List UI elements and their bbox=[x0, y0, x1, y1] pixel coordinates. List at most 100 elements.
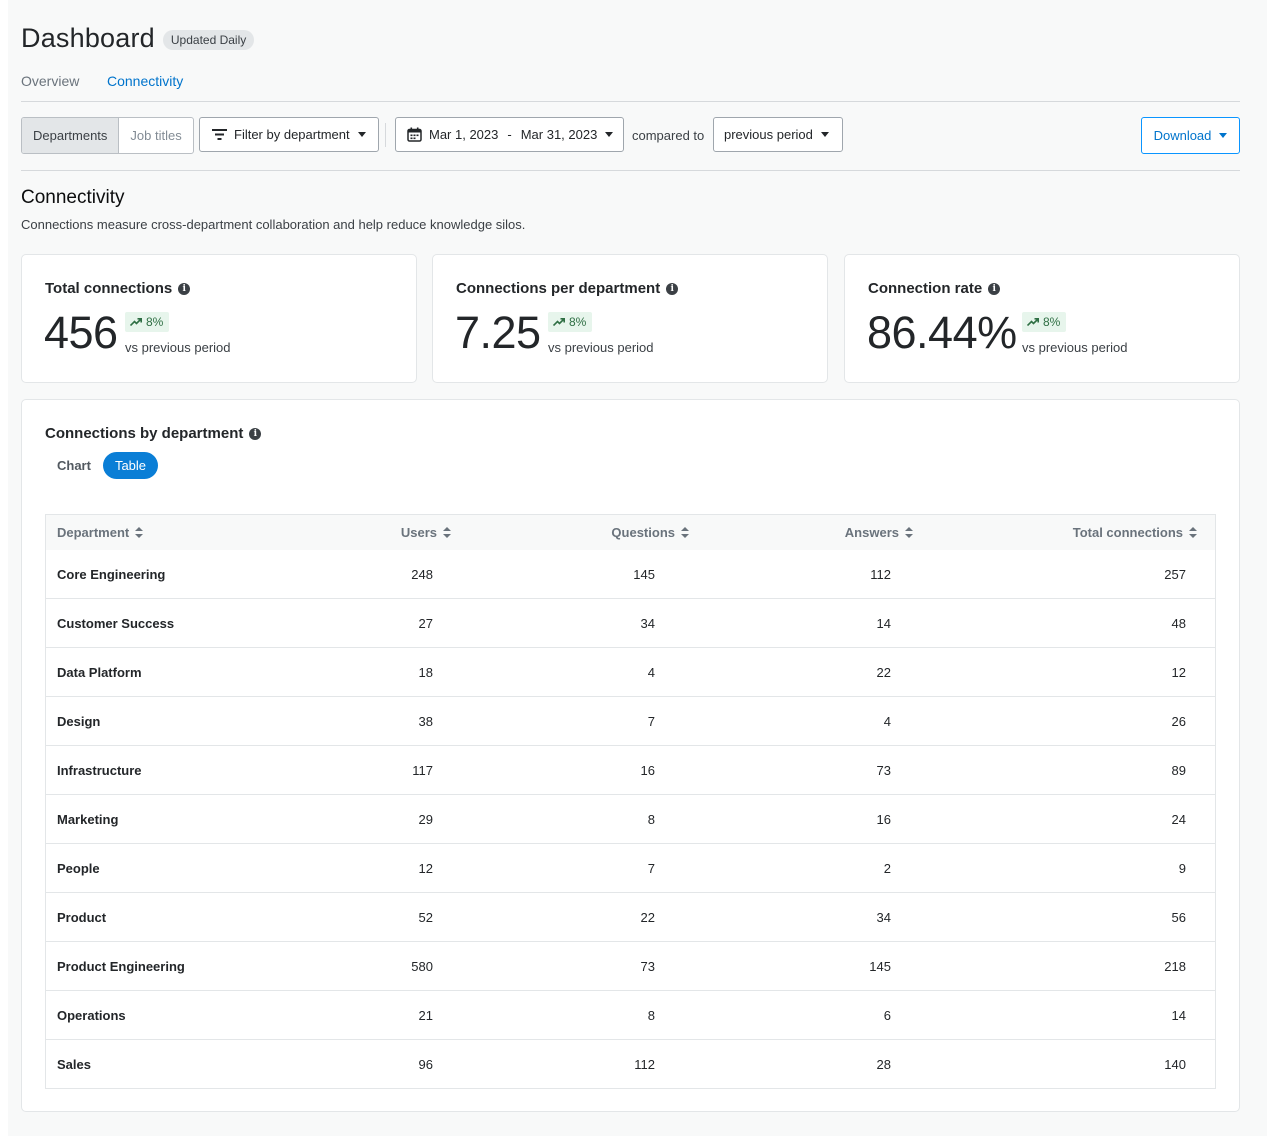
column-header-answers[interactable]: Answers bbox=[845, 515, 913, 550]
delta-value: 8% bbox=[1043, 315, 1061, 329]
metric-card-connection-rate: Connection rate i 86.44% 8% vs previous … bbox=[844, 254, 1240, 383]
cell-questions: 8 bbox=[647, 1007, 655, 1023]
metric-card-connections-per-department: Connections per department i 7.25 8% vs … bbox=[432, 254, 828, 383]
tab-overview[interactable]: Overview bbox=[21, 73, 79, 89]
date-start: Mar 1, 2023 bbox=[429, 127, 499, 142]
cell-answers: 145 bbox=[869, 958, 891, 974]
cell-department: Product bbox=[57, 909, 107, 925]
table-row: Customer Success 27 34 14 48 bbox=[46, 598, 1215, 647]
filter-icon bbox=[212, 129, 227, 140]
download-button[interactable]: Download bbox=[1141, 117, 1240, 154]
cell-users: 117 bbox=[412, 762, 433, 778]
cell-department: Marketing bbox=[57, 811, 119, 827]
cell-department: Operations bbox=[57, 1007, 126, 1023]
table-row: People 12 7 2 9 bbox=[46, 843, 1215, 892]
cell-total-connections: 9 bbox=[1178, 860, 1186, 876]
info-icon[interactable]: i bbox=[988, 282, 1001, 295]
metric-card-total-connections: Total connections i 456 8% vs previous p… bbox=[21, 254, 417, 383]
column-header-label: Answers bbox=[844, 525, 899, 540]
column-header-total-connections[interactable]: Total connections bbox=[1073, 515, 1197, 550]
cell-questions: 73 bbox=[640, 958, 655, 974]
cell-answers: 6 bbox=[883, 1007, 891, 1023]
chevron-down-icon bbox=[605, 132, 614, 137]
table-row: Sales 96 112 28 140 bbox=[46, 1039, 1215, 1088]
compare-period-value: previous period bbox=[724, 127, 813, 142]
view-toggle-chart[interactable]: Chart bbox=[45, 452, 103, 479]
cell-users: 248 bbox=[411, 566, 433, 582]
cell-users: 27 bbox=[418, 615, 433, 631]
cell-answers: 16 bbox=[876, 811, 891, 827]
column-header-label: Department bbox=[57, 525, 130, 540]
cell-department: Core Engineering bbox=[57, 566, 166, 582]
compare-period-dropdown[interactable]: previous period bbox=[713, 117, 843, 152]
calendar-icon bbox=[407, 127, 422, 142]
cell-questions: 16 bbox=[640, 762, 655, 778]
chevron-down-icon bbox=[820, 132, 829, 137]
divider bbox=[21, 170, 1240, 171]
cell-questions: 112 bbox=[634, 1056, 655, 1072]
metric-label: Total connections i bbox=[45, 280, 191, 297]
info-icon[interactable]: i bbox=[666, 282, 679, 295]
info-icon[interactable]: i bbox=[178, 282, 191, 295]
metric-value: 86.44% bbox=[867, 307, 1017, 358]
page-header: Dashboard Updated Daily bbox=[21, 20, 255, 56]
cell-total-connections: 26 bbox=[1171, 713, 1186, 729]
column-header-users[interactable]: Users bbox=[401, 515, 451, 550]
comparison-text: vs previous period bbox=[548, 340, 654, 355]
segment-job-titles[interactable]: Job titles bbox=[119, 118, 192, 153]
cell-answers: 73 bbox=[876, 762, 891, 778]
download-label: Download bbox=[1153, 128, 1212, 143]
view-toggle-table[interactable]: Table bbox=[102, 452, 159, 479]
filter-toolbar: Departments Job titles Filter by departm… bbox=[21, 117, 1240, 154]
view-toggle: Chart Table bbox=[45, 452, 159, 479]
cell-questions: 34 bbox=[640, 615, 655, 631]
delta-value: 8% bbox=[569, 315, 587, 329]
table-row: Product 52 22 34 56 bbox=[46, 892, 1215, 941]
cell-department: Data Platform bbox=[57, 664, 142, 680]
trend-up-icon bbox=[130, 318, 142, 326]
column-header-label: Questions bbox=[611, 525, 675, 540]
sort-icon bbox=[905, 527, 913, 538]
tab-bar: Overview Connectivity bbox=[21, 64, 1240, 102]
info-icon[interactable]: i bbox=[249, 427, 262, 440]
column-header-label: Users bbox=[400, 525, 437, 540]
section-description: Connections measure cross-department col… bbox=[21, 217, 526, 232]
cell-department: People bbox=[57, 860, 100, 876]
metric-label-text: Total connections bbox=[45, 280, 173, 297]
column-header-department[interactable]: Department bbox=[57, 515, 144, 550]
section-title: Connectivity bbox=[21, 187, 125, 208]
tab-connectivity[interactable]: Connectivity bbox=[107, 73, 183, 89]
page-title: Dashboard bbox=[21, 22, 155, 53]
connections-by-department-card: Connections by department i Chart Table … bbox=[21, 399, 1240, 1112]
cell-total-connections: 14 bbox=[1171, 1007, 1186, 1023]
filter-by-department-dropdown[interactable]: Filter by department bbox=[199, 117, 379, 152]
cell-users: 18 bbox=[418, 664, 433, 680]
cell-total-connections: 140 bbox=[1164, 1056, 1186, 1072]
connections-table: Department Users Questions Answers Total… bbox=[45, 514, 1216, 1089]
date-range-picker[interactable]: Mar 1, 2023 - Mar 31, 2023 bbox=[395, 117, 624, 152]
comparison-text: vs previous period bbox=[1022, 340, 1128, 355]
cell-users: 29 bbox=[418, 811, 433, 827]
toolbar-divider bbox=[385, 123, 386, 147]
card-title: Connections by department i bbox=[45, 425, 262, 442]
cell-total-connections: 24 bbox=[1171, 811, 1186, 827]
column-header-questions[interactable]: Questions bbox=[611, 515, 689, 550]
cell-questions: 4 bbox=[647, 664, 655, 680]
date-separator: - bbox=[507, 127, 512, 142]
filter-label: Filter by department bbox=[234, 127, 350, 142]
cell-answers: 4 bbox=[883, 713, 891, 729]
table-row: Marketing 29 8 16 24 bbox=[46, 794, 1215, 843]
cell-questions: 22 bbox=[640, 909, 655, 925]
metric-value: 456 bbox=[44, 307, 118, 358]
segment-departments[interactable]: Departments bbox=[22, 118, 120, 153]
table-row: Product Engineering 580 73 145 218 bbox=[46, 941, 1215, 990]
sort-icon bbox=[135, 527, 144, 538]
table-row: Operations 21 8 6 14 bbox=[46, 990, 1215, 1039]
date-end: Mar 31, 2023 bbox=[520, 127, 598, 142]
cell-total-connections: 56 bbox=[1171, 909, 1186, 925]
dashboard-page: Dashboard Updated Daily Overview Connect… bbox=[8, 0, 1267, 1136]
table-row: Core Engineering 248 145 112 257 bbox=[46, 550, 1215, 598]
update-frequency-badge: Updated Daily bbox=[162, 30, 255, 50]
cell-users: 21 bbox=[418, 1007, 433, 1023]
cell-department: Product Engineering bbox=[57, 958, 185, 974]
